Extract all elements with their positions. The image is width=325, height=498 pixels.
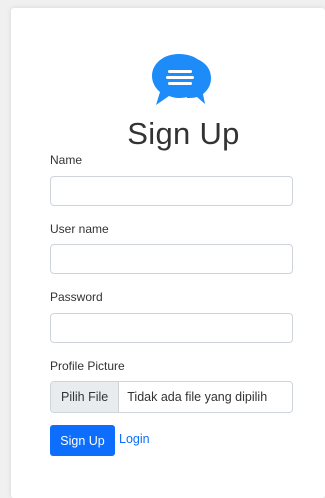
- password-label: Password: [50, 290, 103, 304]
- username-field[interactable]: [50, 244, 293, 274]
- password-field[interactable]: [50, 313, 293, 343]
- login-link[interactable]: Login: [119, 432, 150, 446]
- page-title: Sign Up: [127, 116, 240, 151]
- choose-file-button[interactable]: Pilih File: [51, 382, 120, 412]
- name-field[interactable]: [50, 176, 293, 206]
- signup-button[interactable]: Sign Up: [50, 425, 115, 456]
- file-status-text: Tidak ada file yang dipilih: [127, 390, 268, 404]
- chat-bubbles-icon: [152, 54, 211, 105]
- name-label: Name: [50, 153, 83, 167]
- profile-picture-label: Profile Picture: [50, 359, 125, 373]
- profile-picture-file-input[interactable]: Pilih File Tidak ada file yang dipilih: [50, 381, 293, 413]
- username-label: User name: [50, 222, 109, 236]
